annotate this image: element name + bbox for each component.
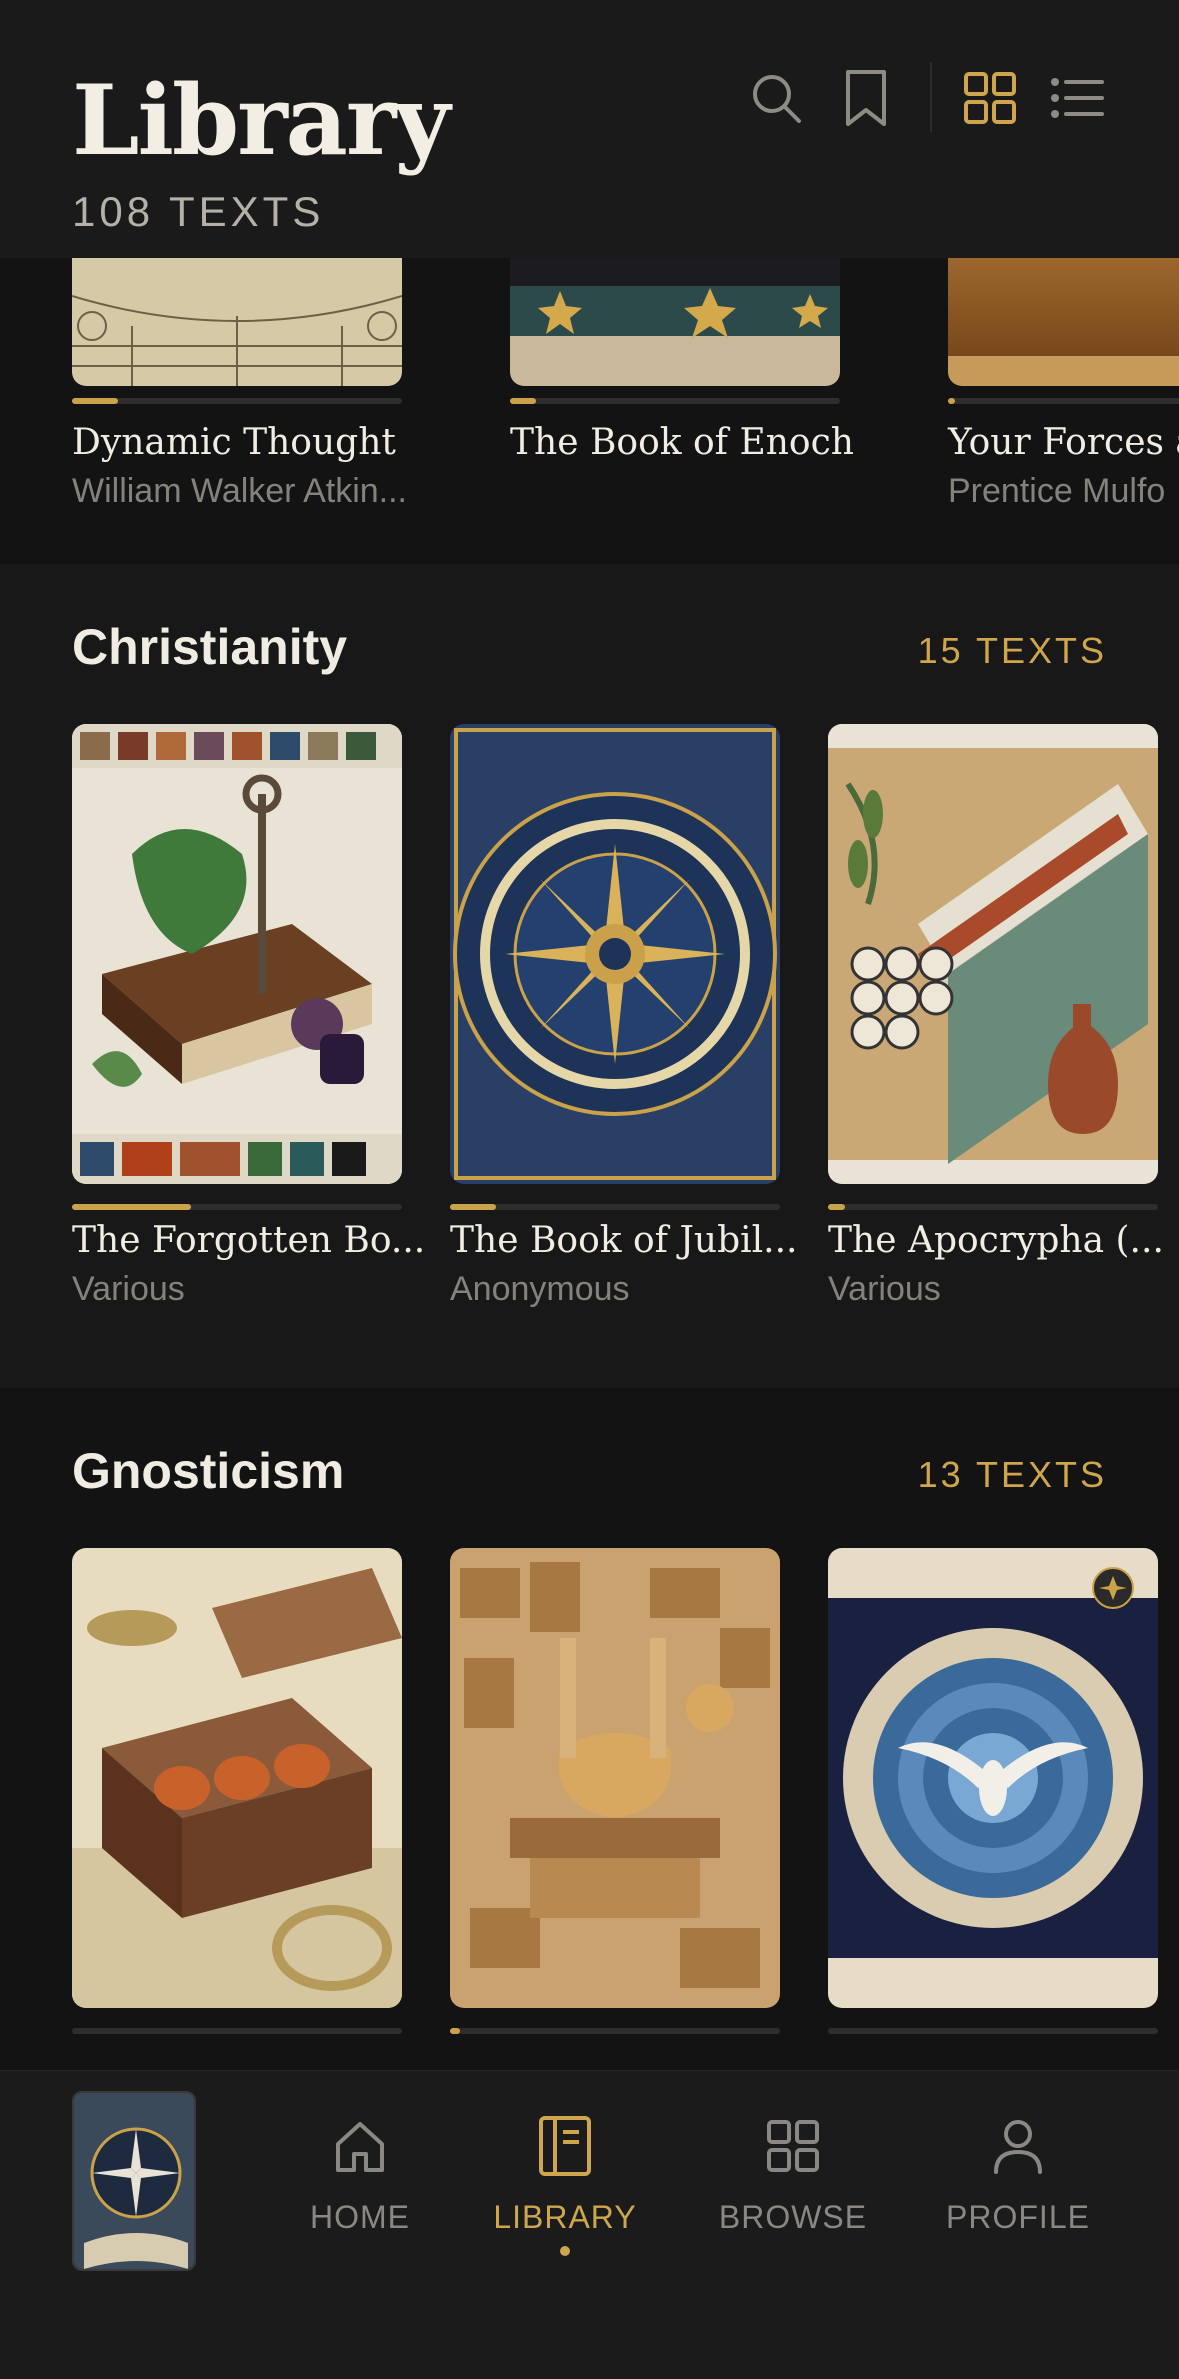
nav-label: BROWSE	[718, 2199, 868, 2235]
reading-progress	[450, 2028, 780, 2034]
nav-label: HOME	[310, 2199, 410, 2235]
reading-progress	[510, 398, 840, 404]
book-title: Dynamic Thought	[72, 422, 396, 463]
grid-view-icon[interactable]	[958, 66, 1022, 130]
section-count[interactable]: 15 TEXTS	[918, 630, 1107, 672]
book-title: Your Forces an	[948, 422, 1179, 463]
section-gnosticism: Gnosticism 13 TEXTS	[0, 1388, 1179, 2070]
reading-progress	[72, 1204, 402, 1210]
progress-fill	[510, 398, 537, 404]
book-author: Various	[828, 1270, 941, 1308]
book-cover[interactable]	[72, 724, 402, 1184]
book-author: Prentice Mulfo	[948, 472, 1166, 510]
header-divider	[930, 62, 932, 132]
progress-fill	[828, 1204, 845, 1210]
book-title: The Forgotten Bo...	[72, 1220, 426, 1261]
book-cover[interactable]	[828, 1548, 1158, 2008]
section-christianity: Christianity 15 TEXTS The Forgotten Bo..…	[0, 564, 1179, 1388]
book-cover[interactable]	[450, 724, 780, 1184]
nav-browse[interactable]: BROWSE	[693, 2111, 893, 2236]
section-count[interactable]: 13 TEXTS	[918, 1454, 1107, 1496]
reading-progress	[450, 1204, 780, 1210]
progress-fill	[72, 398, 119, 404]
book-author: Various	[72, 1270, 185, 1308]
bottom-nav: HOME LIBRARY BROWSE PROFILE	[0, 2070, 1179, 2379]
book-title: The Book of Enoch	[510, 422, 854, 463]
progress-fill	[948, 398, 955, 404]
book-cover[interactable]	[450, 1548, 780, 2008]
library-scroll[interactable]: Dynamic Thought William Walker Atkin... …	[0, 258, 1179, 2070]
reading-progress	[948, 398, 1179, 404]
page-title: Library	[72, 64, 450, 177]
reading-progress	[72, 2028, 402, 2034]
list-view-icon[interactable]	[1046, 66, 1110, 130]
book-cover[interactable]	[948, 258, 1179, 386]
app-header: Library 108 TEXTS	[0, 0, 1179, 258]
book-title: The Apocrypha (...	[828, 1220, 1164, 1261]
bookmark-icon[interactable]	[834, 66, 898, 130]
browse-grid-icon	[693, 2111, 893, 2181]
progress-fill	[450, 1204, 497, 1210]
active-indicator	[560, 2246, 570, 2256]
recent-row: Dynamic Thought William Walker Atkin... …	[0, 258, 1179, 564]
nav-library[interactable]: LIBRARY	[465, 2111, 665, 2256]
nav-profile[interactable]: PROFILE	[918, 2111, 1118, 2236]
nav-label: LIBRARY	[493, 2199, 637, 2235]
search-icon[interactable]	[744, 66, 808, 130]
book-icon	[465, 2111, 665, 2181]
book-cover[interactable]	[510, 258, 840, 386]
progress-fill	[450, 2028, 460, 2034]
library-count: 108 TEXTS	[72, 188, 325, 235]
reading-progress	[828, 1204, 1158, 1210]
book-cover[interactable]	[72, 1548, 402, 2008]
reading-progress	[72, 398, 402, 404]
progress-fill	[72, 1204, 191, 1210]
book-title: The Book of Jubil...	[450, 1220, 798, 1261]
section-title: Christianity	[72, 619, 348, 675]
book-cover[interactable]	[72, 258, 402, 386]
nav-home[interactable]: HOME	[260, 2111, 460, 2236]
book-author: William Walker Atkin...	[72, 472, 408, 510]
book-cover[interactable]	[828, 724, 1158, 1184]
now-reading-thumbnail[interactable]	[72, 2091, 196, 2271]
section-title: Gnosticism	[72, 1443, 345, 1499]
book-author: Anonymous	[450, 1270, 630, 1308]
reading-progress	[828, 2028, 1158, 2034]
profile-icon	[918, 2111, 1118, 2181]
home-icon	[260, 2111, 460, 2181]
nav-label: PROFILE	[946, 2199, 1090, 2235]
